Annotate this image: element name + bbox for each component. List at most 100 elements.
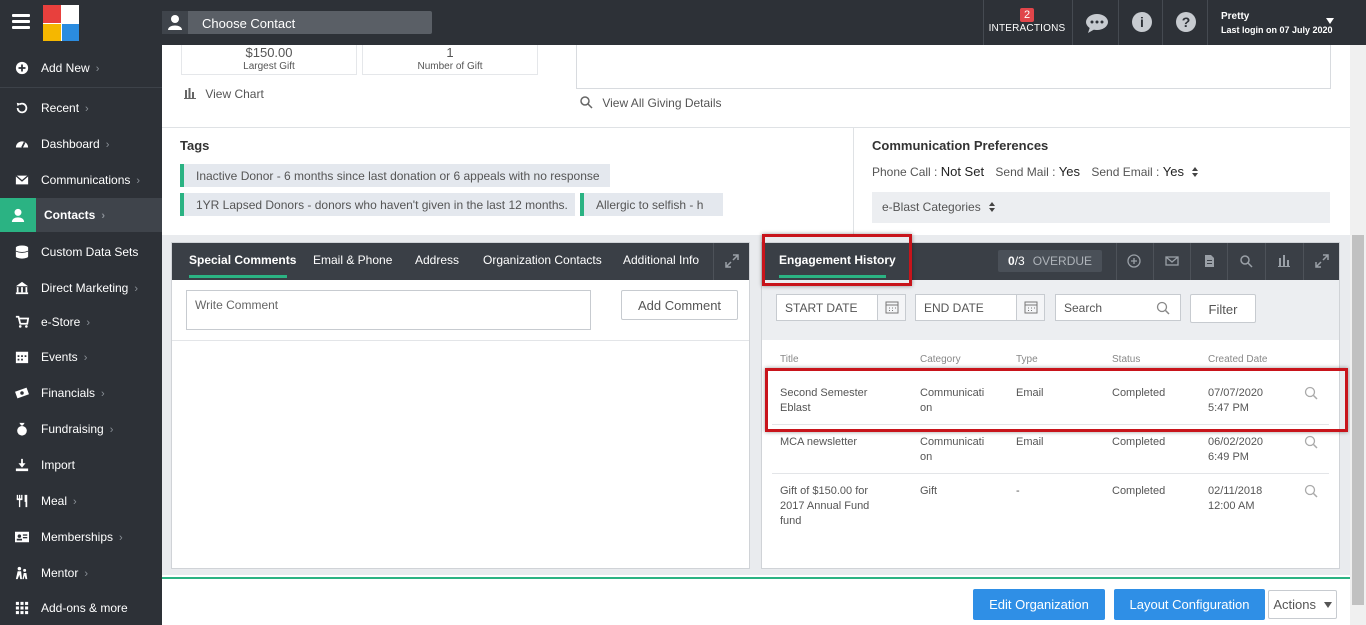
- write-comment-input[interactable]: Write Comment: [186, 290, 591, 330]
- page-scrollbar-thumb[interactable]: [1352, 235, 1364, 605]
- sidebar-item-label: Financials: [41, 386, 96, 400]
- expand-icon[interactable]: [725, 254, 739, 268]
- sidebar-item-memberships[interactable]: Memberships ›: [0, 520, 162, 554]
- hamburger-menu-icon[interactable]: [12, 14, 30, 30]
- help-icon[interactable]: ?: [1176, 12, 1196, 32]
- sidebar-item-custom-data-sets[interactable]: Custom Data Sets: [0, 235, 162, 269]
- layout-configuration-button[interactable]: Layout Configuration: [1114, 589, 1265, 620]
- search-icon[interactable]: [1239, 254, 1253, 268]
- start-date-input[interactable]: START DATE: [776, 294, 906, 321]
- column-header-status[interactable]: Status: [1112, 354, 1140, 365]
- sidebar-item-fundraising[interactable]: Fundraising ›: [0, 412, 162, 446]
- view-all-giving-label: View All Giving Details: [602, 96, 722, 110]
- sidebar-item-dashboard[interactable]: Dashboard ›: [0, 127, 162, 161]
- calendar-icon[interactable]: [1016, 295, 1044, 320]
- column-header-title[interactable]: Title: [780, 354, 799, 365]
- user-menu[interactable]: Pretty Last login on 07 July 2020: [1221, 11, 1333, 35]
- sidebar-item-add-ons[interactable]: Add-ons & more: [0, 591, 162, 625]
- column-header-created-date[interactable]: Created Date: [1208, 354, 1267, 365]
- column-header-type[interactable]: Type: [1016, 354, 1038, 365]
- calendar-icon: [15, 351, 29, 364]
- tab-email-phone[interactable]: Email & Phone: [313, 253, 392, 267]
- toolbar-divider: [1190, 243, 1191, 280]
- add-circle-icon[interactable]: [1127, 254, 1141, 268]
- edit-organization-button[interactable]: Edit Organization: [973, 589, 1105, 620]
- table-divider: [772, 473, 1329, 474]
- tags-and-preferences: Tags Inactive Donor - 6 months since las…: [162, 127, 1350, 236]
- sidebar-divider: [0, 87, 162, 88]
- sidebar-item-events[interactable]: Events ›: [0, 340, 162, 374]
- engagement-search-input[interactable]: Search: [1055, 294, 1181, 321]
- view-chart-label: View Chart: [205, 87, 264, 101]
- actions-label: Actions: [1273, 597, 1316, 612]
- bar-chart-icon[interactable]: [1277, 254, 1291, 268]
- number-of-gift-card: 1 Number of Gift: [362, 45, 538, 75]
- column-header-category[interactable]: Category: [920, 354, 961, 365]
- view-record-search-icon[interactable]: [1304, 435, 1318, 449]
- row-created-date: 06/02/2020 6:49 PM: [1208, 436, 1264, 463]
- interactions-count-badge: 2: [1019, 8, 1035, 22]
- document-icon[interactable]: [1202, 254, 1216, 268]
- topbar-divider: [1162, 0, 1163, 45]
- calendar-icon[interactable]: [877, 295, 905, 320]
- view-record-search-icon[interactable]: [1304, 484, 1318, 498]
- tab-special-comments[interactable]: Special Comments: [189, 253, 296, 267]
- tab-additional-info[interactable]: Additional Info: [623, 253, 699, 267]
- overdue-badge[interactable]: 0/3 OVERDUE: [998, 250, 1102, 272]
- sidebar-item-contacts[interactable]: Contacts ›: [0, 198, 162, 232]
- user-menu-caret-icon[interactable]: [1326, 18, 1334, 24]
- add-comment-button[interactable]: Add Comment: [621, 290, 738, 320]
- row-status: Completed: [1112, 485, 1166, 497]
- envelope-icon[interactable]: [1165, 254, 1179, 268]
- sidebar-item-import[interactable]: Import: [0, 448, 162, 482]
- tab-address[interactable]: Address: [415, 253, 459, 267]
- eblast-categories-dropdown[interactable]: e-Blast Categories: [872, 192, 1330, 223]
- bar-chart-icon: [184, 88, 196, 99]
- start-date-placeholder: START DATE: [785, 301, 858, 315]
- highlight-engagement-tab: [762, 234, 912, 286]
- history-icon: [16, 102, 28, 114]
- engagement-filter-bar: START DATE END DATE Search Filter: [762, 280, 1339, 340]
- sidebar-item-mentor[interactable]: Mentor ›: [0, 556, 162, 590]
- app-logo[interactable]: [43, 5, 79, 41]
- sidebar-item-direct-marketing[interactable]: Direct Marketing ›: [0, 271, 162, 305]
- tag-chip[interactable]: Allergic to selfish - h: [580, 193, 723, 216]
- phone-call-value: Not Set: [940, 164, 985, 179]
- largest-gift-card: $150.00 Largest Gift: [181, 45, 357, 75]
- comm-prefs-row[interactable]: Phone Call : Not Set Send Mail : Yes Sen…: [872, 164, 1199, 179]
- interactions-button[interactable]: 2 INTERACTIONS: [984, 0, 1070, 45]
- chevron-right-icon: ›: [95, 63, 100, 75]
- phone-call-label: Phone Call :: [872, 165, 938, 179]
- apps-grid-icon: [15, 601, 29, 615]
- chevron-down-icon: [1323, 602, 1332, 608]
- view-all-giving-link[interactable]: View All Giving Details: [580, 96, 722, 110]
- sidebar-item-recent[interactable]: Recent ›: [0, 91, 162, 125]
- chat-icon[interactable]: [1085, 12, 1108, 34]
- sidebar-item-add-new[interactable]: Add New ›: [0, 51, 162, 85]
- sort-icon: [1192, 167, 1199, 177]
- tab-organization-contacts[interactable]: Organization Contacts: [483, 253, 602, 267]
- expand-icon[interactable]: [1315, 254, 1329, 268]
- filter-button[interactable]: Filter: [1190, 294, 1256, 323]
- row-type: -: [1016, 485, 1020, 497]
- sidebar-item-meal[interactable]: Meal ›: [0, 484, 162, 518]
- view-chart-link[interactable]: View Chart: [184, 87, 264, 101]
- sidebar-item-label: Events: [41, 350, 78, 364]
- sidebar-item-financials[interactable]: Financials ›: [0, 376, 162, 410]
- sidebar-item-e-store[interactable]: e-Store ›: [0, 305, 162, 339]
- search-icon: [1156, 301, 1170, 315]
- tag-chip[interactable]: Inactive Donor - 6 months since last don…: [180, 164, 610, 187]
- chevron-right-icon: ›: [119, 532, 123, 544]
- end-date-input[interactable]: END DATE: [915, 294, 1045, 321]
- chevron-right-icon: ›: [136, 175, 141, 187]
- sidebar-item-label: Meal: [41, 494, 68, 508]
- toolbar-divider: [1153, 243, 1154, 280]
- chevron-right-icon: ›: [73, 496, 77, 508]
- tag-chip[interactable]: 1YR Lapsed Donors - donors who haven't g…: [180, 193, 575, 216]
- info-icon[interactable]: i: [1132, 12, 1152, 32]
- toolbar-divider: [1265, 243, 1266, 280]
- id-card-icon: [15, 531, 29, 543]
- sidebar-item-communications[interactable]: Communications ›: [0, 163, 162, 197]
- actions-dropdown[interactable]: Actions: [1268, 590, 1337, 619]
- choose-contact-field[interactable]: Choose Contact: [162, 11, 432, 34]
